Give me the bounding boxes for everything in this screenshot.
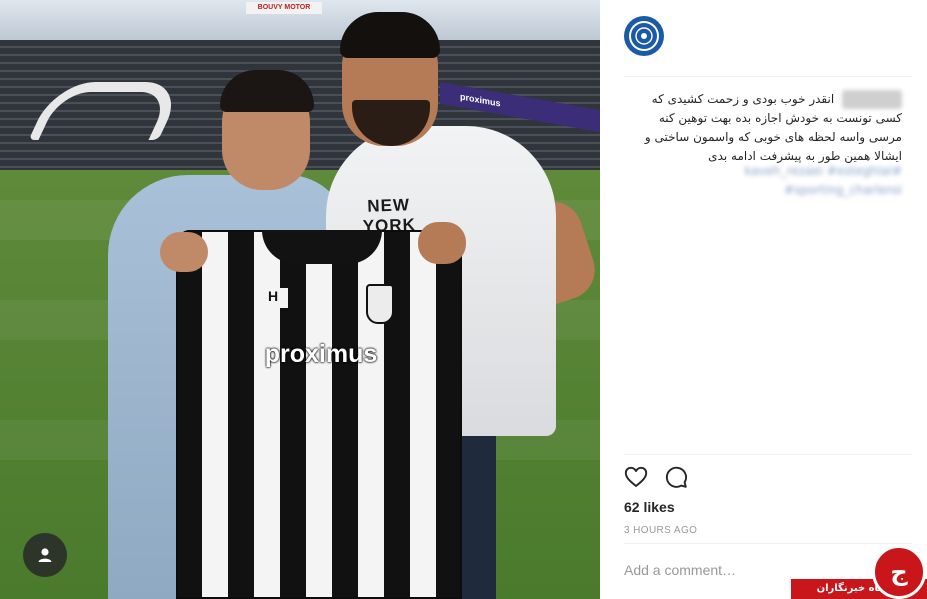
jersey-brand-logo: H: [258, 288, 288, 308]
caption-hashtags[interactable]: #kaveh_rezaei #esteghlal #sporting_charl…: [624, 162, 902, 200]
stadium-sign: BOUVY MOTOR: [246, 2, 322, 14]
post-timestamp[interactable]: 3 HOURS AGO: [624, 525, 697, 536]
striped-jersey: [176, 230, 462, 599]
post-caption: username انقدر خوب بودی و زحمت کشیدی که …: [624, 90, 902, 166]
comment-input[interactable]: Add a comment…: [624, 562, 736, 578]
jersey-sponsor: proximus: [264, 340, 378, 368]
likes-count[interactable]: 62 likes: [624, 499, 675, 515]
watermark-logo-letter: ج: [890, 558, 908, 586]
comment-bubble-icon[interactable]: [664, 465, 688, 489]
avatar[interactable]: [624, 16, 664, 56]
right-hand: [418, 222, 466, 264]
post-sidebar: username انقدر خوب بودی و زحمت کشیدی که …: [600, 0, 927, 599]
jersey-club-badge: [366, 284, 394, 324]
jersey-collar: [262, 230, 382, 264]
header-divider: [624, 76, 912, 77]
comment-divider: [624, 543, 912, 544]
heart-icon[interactable]: [624, 465, 648, 489]
club-crest-icon: [629, 21, 659, 51]
post-photo[interactable]: BOUVY MOTOR proximus NEW YORK H proximus: [0, 0, 600, 599]
watermark-logo: ج: [872, 545, 926, 599]
left-hand: [160, 232, 208, 272]
caption-username[interactable]: username: [842, 90, 902, 109]
user-tag-icon[interactable]: [23, 533, 67, 577]
post-actions: [624, 465, 688, 489]
actions-divider: [624, 454, 912, 455]
